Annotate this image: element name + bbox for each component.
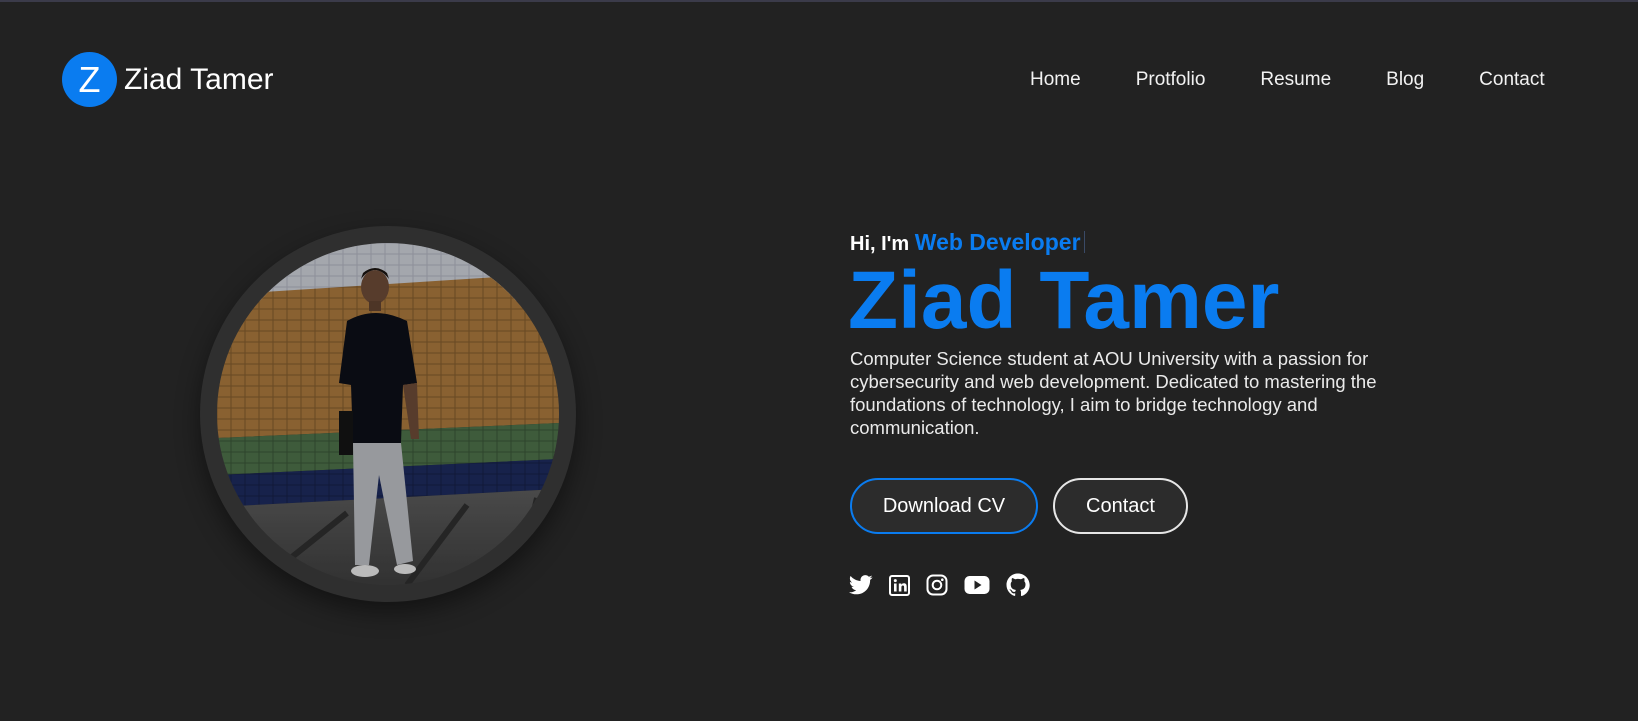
profile-photo	[217, 243, 559, 585]
nav-portfolio[interactable]: Protfolio	[1136, 68, 1206, 92]
contact-button[interactable]: Contact	[1053, 478, 1188, 534]
instagram-icon[interactable]	[926, 574, 948, 596]
nav-home[interactable]: Home	[1030, 68, 1081, 92]
site-logo[interactable]: Z Ziad Tamer	[62, 52, 274, 107]
nav-blog[interactable]: Blog	[1386, 68, 1424, 92]
logo-badge: Z	[62, 52, 117, 107]
profile-photo-frame	[200, 226, 576, 602]
social-links	[849, 573, 1030, 597]
nav-contact[interactable]: Contact	[1479, 68, 1544, 92]
typed-role: Web Developer	[914, 229, 1081, 255]
typing-caret	[1083, 231, 1085, 253]
top-border	[0, 0, 1638, 2]
twitter-icon[interactable]	[849, 575, 873, 595]
greeting-text: Hi, I'm	[850, 233, 910, 255]
nav-resume[interactable]: Resume	[1260, 68, 1331, 92]
download-cv-button[interactable]: Download CV	[850, 478, 1038, 534]
logo-name: Ziad Tamer	[124, 62, 274, 96]
hero-greeting: Hi, I'm Web Developer	[850, 229, 1085, 256]
github-icon[interactable]	[1006, 573, 1030, 597]
hero-bio: Computer Science student at AOU Universi…	[850, 348, 1377, 438]
youtube-icon[interactable]	[964, 575, 990, 595]
linkedin-icon[interactable]	[889, 574, 910, 596]
main-nav: Home Protfolio Resume Blog Contact	[1030, 68, 1545, 92]
hero-name: Ziad Tamer	[848, 255, 1280, 346]
